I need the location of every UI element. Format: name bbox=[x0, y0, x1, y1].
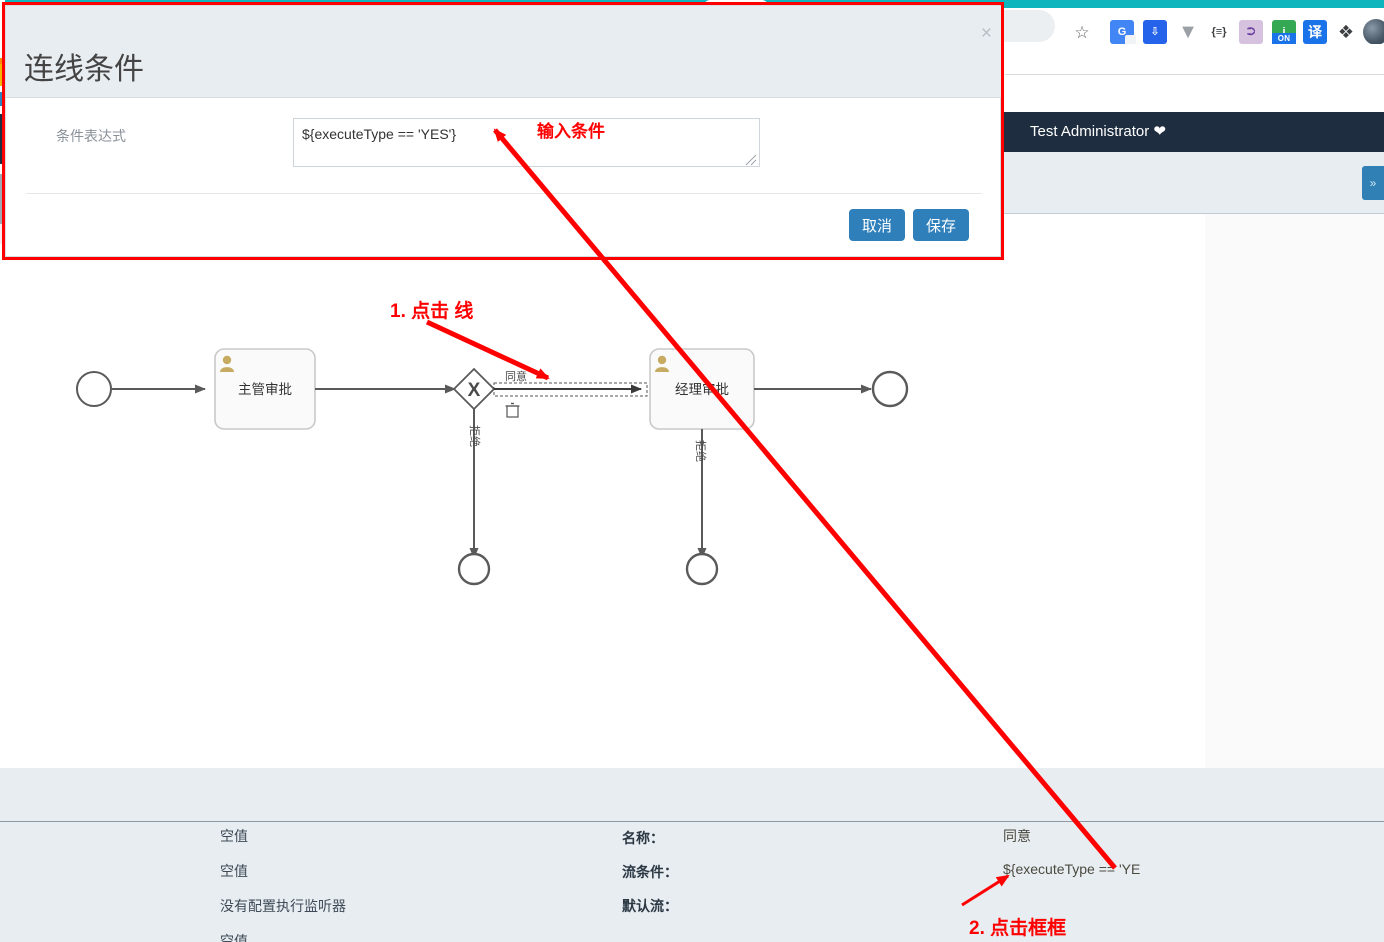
vee-extension-icon[interactable]: ▼ bbox=[1176, 20, 1200, 44]
bpmn-diagram: 主管审批 X 同意 拒绝 经理审批 拒绝 bbox=[76, 348, 909, 586]
end-event-reject-2 bbox=[685, 552, 719, 586]
property-value-flow-condition[interactable]: ${executeType == 'YE bbox=[1003, 861, 1373, 877]
property-value-name[interactable]: 同意 bbox=[1003, 826, 1373, 846]
braces-extension-icon[interactable]: {≡} bbox=[1207, 20, 1231, 44]
properties-panel: 空值 空值 没有配置执行监听器 空值 名称： 流条件： 默认流： 同意 ${ex… bbox=[0, 768, 1384, 942]
property-label-name: 名称： bbox=[622, 830, 664, 846]
property-value: 空值 bbox=[220, 933, 248, 942]
property-value: 空值 bbox=[220, 863, 248, 879]
toolbar-more-button[interactable]: » bbox=[1362, 166, 1384, 200]
bookmark-star-icon[interactable]: ☆ bbox=[1072, 23, 1092, 43]
flow-label-agree: 同意 bbox=[505, 369, 527, 383]
properties-divider bbox=[0, 821, 1384, 822]
gateway-x-symbol: X bbox=[468, 380, 481, 401]
blue-download-extension-icon[interactable]: ⇩ bbox=[1143, 20, 1167, 44]
user-menu[interactable]: Test Administrator ❤ bbox=[1030, 122, 1166, 140]
close-icon[interactable]: × bbox=[981, 24, 992, 43]
adblock-on-badge: ON bbox=[1272, 33, 1296, 44]
dialog-body: 条件表达式 bbox=[6, 99, 1002, 191]
properties-right-column[interactable]: 同意 ${executeType == 'YE bbox=[1003, 826, 1373, 892]
task-supervisor-label: 主管审批 bbox=[238, 382, 292, 397]
properties-left-column: 空值 空值 没有配置执行监听器 空值 bbox=[220, 826, 600, 942]
property-label-default-flow: 默认流： bbox=[622, 898, 678, 914]
app-side-shade-panel bbox=[1205, 214, 1384, 780]
screen-root: ☆ G ⇩ ▼ {≡} ⮊ i ON 译 ❖ 阅 Test Administra… bbox=[0, 0, 1384, 942]
property-value: 空值 bbox=[220, 828, 248, 844]
profile-avatar-icon[interactable] bbox=[1363, 19, 1384, 45]
property-value: 没有配置执行监听器 bbox=[220, 898, 346, 914]
bpmn-editor-canvas[interactable]: 主管审批 X 同意 拒绝 经理审批 拒绝 bbox=[5, 265, 1205, 768]
puzzle-extensions-icon[interactable]: ❖ bbox=[1334, 20, 1358, 44]
start-event bbox=[76, 371, 112, 407]
delete-flow-trash-icon bbox=[505, 402, 520, 418]
dialog-footer-separator bbox=[26, 193, 982, 194]
flow-label-reject-2: 拒绝 bbox=[694, 440, 708, 462]
connection-condition-dialog: 连线条件 × 条件表达式 取消 保存 bbox=[5, 5, 1002, 257]
dialog-header: 连线条件 bbox=[6, 6, 1002, 98]
dialog-title: 连线条件 bbox=[24, 53, 144, 86]
property-label-flow-condition: 流条件： bbox=[622, 864, 678, 880]
end-event-main bbox=[871, 370, 909, 408]
book-extension-icon[interactable]: ⮊ bbox=[1239, 20, 1263, 44]
condition-expression-label: 条件表达式 bbox=[56, 128, 126, 144]
properties-mid-column: 名称： 流条件： 默认流： bbox=[622, 828, 972, 930]
yi-translate-extension-icon[interactable]: 译 bbox=[1303, 20, 1327, 44]
google-translate-extension-icon[interactable]: G bbox=[1110, 20, 1136, 46]
task-manager-label: 经理审批 bbox=[675, 382, 729, 397]
condition-expression-input[interactable] bbox=[293, 118, 760, 167]
flow-label-reject-1: 拒绝 bbox=[468, 425, 482, 447]
save-button[interactable]: 保存 bbox=[913, 209, 970, 241]
adblock-on-extension-icon[interactable]: i ON bbox=[1272, 20, 1296, 44]
chrome-bottom-divider bbox=[1005, 74, 1384, 75]
cancel-button[interactable]: 取消 bbox=[849, 209, 906, 241]
end-event-reject-1 bbox=[457, 552, 491, 586]
